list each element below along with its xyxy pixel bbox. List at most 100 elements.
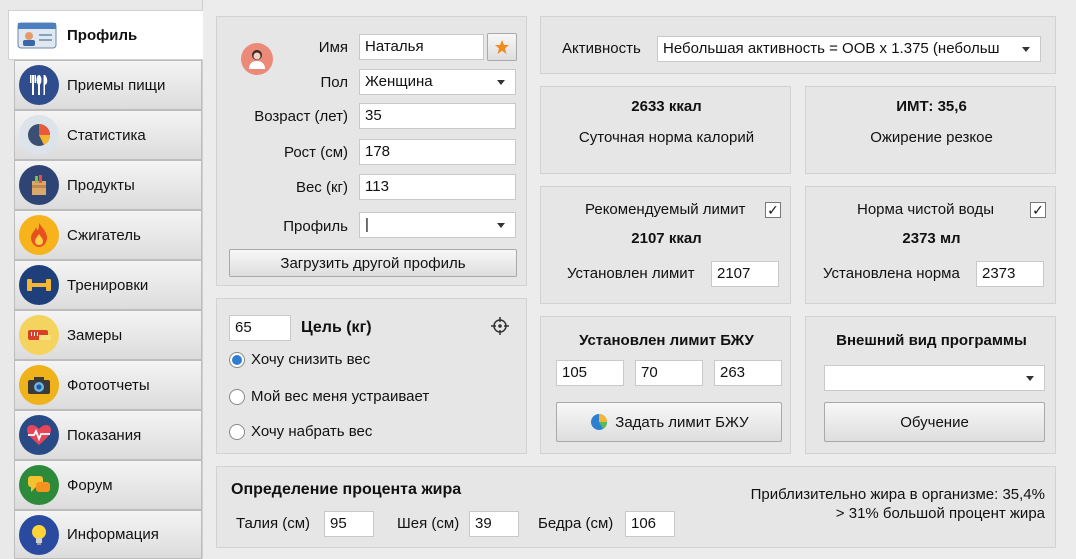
profile-panel: Имя Наталья Пол Женщина Возраст (лет) 35… bbox=[216, 16, 527, 286]
body-fat-result: Приблизительно жира в организме: 35,4% bbox=[750, 486, 1045, 503]
sidebar-item-label: Информация bbox=[67, 526, 159, 543]
profile-label: Профиль bbox=[283, 218, 348, 235]
tutorial-button[interactable]: Обучение bbox=[824, 402, 1045, 442]
id-card-icon bbox=[15, 15, 59, 55]
hips-label: Бедра (см) bbox=[538, 515, 614, 532]
flame-icon bbox=[19, 215, 59, 255]
limit-value: 2107 ккал bbox=[631, 230, 702, 247]
activity-select[interactable]: Небольшая активность = ООВ x 1.375 (небо… bbox=[657, 36, 1041, 62]
goal-weight-field[interactable]: 65 bbox=[229, 315, 291, 341]
recommended-limit-label: Рекомендуемый лимит bbox=[585, 201, 746, 218]
radio-lose-weight[interactable] bbox=[229, 352, 245, 368]
water-value: 2373 мл bbox=[902, 230, 961, 247]
set-water-field[interactable]: 2373 bbox=[976, 261, 1044, 287]
sidebar-item-meals[interactable]: Приемы пищи bbox=[14, 60, 202, 110]
sidebar-item-products[interactable]: Продукты bbox=[14, 160, 202, 210]
sidebar-item-readings[interactable]: Показания bbox=[14, 410, 202, 460]
sidebar-item-forum[interactable]: Форум bbox=[14, 460, 202, 510]
sidebar-item-statistics[interactable]: Статистика bbox=[14, 110, 202, 160]
sidebar-item-measurements[interactable]: Замеры bbox=[14, 310, 202, 360]
sidebar-item-label: Продукты bbox=[67, 176, 135, 194]
weight-field[interactable]: 113 bbox=[359, 174, 516, 200]
waist-label: Талия (см) bbox=[236, 515, 311, 532]
star-icon bbox=[495, 40, 509, 54]
set-bju-limit-label: Задать лимит БЖУ bbox=[615, 413, 749, 431]
heartbeat-icon bbox=[19, 415, 59, 455]
protein-field[interactable]: 105 bbox=[556, 360, 624, 386]
set-limit-field[interactable]: 2107 bbox=[711, 261, 779, 287]
appearance-title: Внешний вид программы bbox=[836, 332, 1027, 349]
sidebar-item-burner[interactable]: Сжигатель bbox=[14, 210, 202, 260]
set-limit-label: Установлен лимит bbox=[567, 265, 695, 282]
sidebar-item-label: Приемы пищи bbox=[67, 76, 166, 94]
carbs-field[interactable]: 263 bbox=[714, 360, 782, 386]
crosshair-icon[interactable] bbox=[490, 316, 510, 340]
calorie-limit-panel: Рекомендуемый лимит ✓ 2107 ккал Установл… bbox=[540, 186, 791, 304]
sidebar-item-label: Тренировки bbox=[67, 276, 149, 294]
gender-label: Пол bbox=[320, 74, 348, 91]
set-water-label: Установлена норма bbox=[823, 265, 960, 282]
sidebar: Профиль Приемы пищи Статистика Продукты … bbox=[0, 0, 203, 559]
chat-bubbles-icon bbox=[19, 465, 59, 505]
radio-keep-weight-label: Мой вес меня устраивает bbox=[251, 388, 430, 405]
favorite-button[interactable] bbox=[487, 33, 517, 61]
body-fat-title: Определение процента жира bbox=[231, 481, 462, 498]
calories-caption: Суточная норма калорий bbox=[578, 129, 755, 146]
radio-gain-weight-label: Хочу набрать вес bbox=[251, 423, 373, 440]
name-label: Имя bbox=[318, 39, 348, 56]
height-label: Рост (см) bbox=[283, 144, 348, 161]
lightbulb-icon bbox=[19, 514, 59, 555]
neck-field[interactable]: 39 bbox=[469, 511, 519, 537]
appearance-select[interactable] bbox=[824, 365, 1045, 391]
water-norm-label: Норма чистой воды bbox=[857, 201, 994, 218]
body-fat-assessment: > 31% большой процент жира bbox=[835, 505, 1045, 522]
goal-panel: 65 Цель (кг) Хочу снизить вес Мой вес ме… bbox=[216, 298, 527, 454]
neck-label: Шея (см) bbox=[397, 515, 460, 532]
pie-chart-icon bbox=[19, 115, 59, 155]
radio-lose-weight-label: Хочу снизить вес bbox=[251, 351, 371, 368]
water-panel: Норма чистой воды ✓ 2373 мл Установлена … bbox=[805, 186, 1056, 304]
activity-label: Активность bbox=[562, 40, 641, 57]
calories-value: 2633 ккал bbox=[631, 98, 702, 115]
sidebar-item-label: Сжигатель bbox=[67, 226, 141, 244]
age-label: Возраст (лет) bbox=[254, 108, 348, 125]
bju-title: Установлен лимит БЖУ bbox=[579, 332, 754, 349]
weight-label: Вес (кг) bbox=[295, 179, 348, 196]
sidebar-item-label: Профиль bbox=[67, 26, 138, 44]
sidebar-item-workouts[interactable]: Тренировки bbox=[14, 260, 202, 310]
body-fat-panel: Определение процента жира Талия (см) 95 … bbox=[216, 466, 1056, 548]
bju-panel: Установлен лимит БЖУ 105 70 263 Задать л… bbox=[540, 316, 791, 454]
bmi-caption: Ожирение резкое bbox=[870, 129, 993, 146]
sidebar-item-information[interactable]: Информация bbox=[14, 510, 202, 559]
dumbbell-icon bbox=[19, 265, 59, 305]
sidebar-item-label: Замеры bbox=[67, 326, 123, 344]
bmi-panel: ИМТ: 35,6 Ожирение резкое bbox=[805, 86, 1056, 174]
height-field[interactable]: 178 bbox=[359, 139, 516, 165]
set-bju-limit-button[interactable]: Задать лимит БЖУ bbox=[556, 402, 782, 442]
profile-select[interactable]: | bbox=[359, 212, 516, 238]
sidebar-item-photo-reports[interactable]: Фотоотчеты bbox=[14, 360, 202, 410]
fat-field[interactable]: 70 bbox=[635, 360, 703, 386]
camera-icon bbox=[19, 365, 59, 405]
recommended-limit-checkbox[interactable]: ✓ bbox=[765, 202, 781, 218]
water-norm-checkbox[interactable]: ✓ bbox=[1030, 202, 1046, 218]
gender-select[interactable]: Женщина bbox=[359, 69, 516, 95]
gender-value: Женщина bbox=[365, 73, 433, 90]
profile-value: | bbox=[365, 216, 369, 233]
load-profile-button[interactable]: Загрузить другой профиль bbox=[229, 249, 517, 277]
sidebar-item-profile[interactable]: Профиль bbox=[8, 10, 203, 60]
hips-field[interactable]: 106 bbox=[625, 511, 675, 537]
user-avatar-icon bbox=[241, 43, 273, 75]
pie-chart-icon bbox=[591, 414, 608, 430]
sidebar-item-label: Фотоотчеты bbox=[67, 376, 150, 394]
sidebar-item-label: Показания bbox=[67, 426, 142, 444]
grocery-bag-icon bbox=[19, 165, 59, 205]
age-field[interactable]: 35 bbox=[359, 103, 516, 129]
appearance-panel: Внешний вид программы Обучение bbox=[805, 316, 1056, 454]
radio-keep-weight[interactable] bbox=[229, 389, 245, 405]
waist-field[interactable]: 95 bbox=[324, 511, 374, 537]
activity-value: Небольшая активность = ООВ x 1.375 (небо… bbox=[663, 40, 1000, 57]
cutlery-icon bbox=[19, 65, 59, 105]
radio-gain-weight[interactable] bbox=[229, 424, 245, 440]
name-field[interactable]: Наталья bbox=[359, 34, 484, 60]
